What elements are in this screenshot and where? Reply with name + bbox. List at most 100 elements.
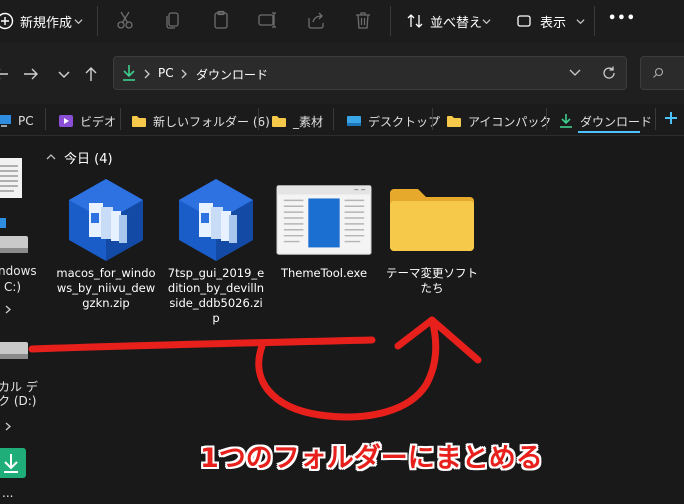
folder-icon [390, 189, 474, 251]
search-icon [653, 67, 664, 78]
quick-access-label: デスクトップ [368, 114, 441, 129]
quick-access-new-folder[interactable]: 新しいフォルダー (6) [131, 110, 270, 132]
folder-icon [132, 116, 146, 127]
quick-access-materials[interactable]: _素材 [271, 110, 323, 132]
view-button[interactable]: 表示 [512, 6, 585, 36]
copy-button[interactable] [162, 9, 184, 31]
nav-item-drive-c[interactable]: ndows C:) [0, 212, 44, 298]
quick-access-separator [120, 108, 121, 130]
file-thumbnail [58, 179, 154, 261]
file-thumbnail [276, 180, 372, 260]
active-tab-underline [578, 131, 640, 133]
quick-access-downloads[interactable]: ダウンロード [558, 110, 652, 132]
windows-drive-icon [0, 218, 28, 253]
winrar-zip-icon [69, 179, 143, 261]
nav-bottom-label: ... [2, 486, 14, 500]
group-header-today[interactable]: 今日 (4) [46, 148, 113, 167]
more-options-button[interactable]: ••• [606, 8, 636, 34]
quick-access-label: ビデオ [80, 114, 117, 129]
quick-access-separator [546, 108, 547, 130]
copy-icon [166, 12, 179, 29]
add-pin-icon[interactable] [664, 111, 678, 125]
drive-icon [0, 342, 28, 359]
folder-icon [272, 116, 286, 127]
quick-access-label: PC [18, 114, 34, 128]
rename-icon [258, 12, 276, 28]
breadcrumb-chevron-icon [181, 69, 187, 79]
file-name: 7tsp_gui_2019_edition_by_devillnside_ddb… [167, 266, 265, 325]
refresh-icon[interactable] [601, 65, 617, 81]
forward-arrow-icon[interactable] [22, 65, 40, 83]
annotation-text: 1つのフォルダーにまとめる [200, 443, 543, 474]
desktop-icon [347, 116, 361, 126]
file-thumbnail [168, 179, 264, 261]
file-thumbnail [384, 180, 480, 260]
quick-access-desktop[interactable]: デスクトップ [346, 110, 440, 132]
trash-icon [356, 12, 370, 29]
chevron-up-icon [46, 154, 56, 160]
chevron-down-icon [576, 19, 585, 25]
breadcrumb-downloads[interactable]: ダウンロード [196, 66, 268, 83]
download-drive-icon[interactable] [0, 446, 30, 482]
nav-item-drive-d[interactable]: カル デ ク (D:) [0, 336, 44, 408]
address-bar[interactable] [113, 56, 627, 90]
up-arrow-icon[interactable] [82, 65, 100, 83]
download-icon [123, 65, 135, 81]
address-history-chevron-icon[interactable] [569, 68, 581, 78]
paste-button[interactable] [210, 9, 232, 31]
quick-access-video[interactable]: ビデオ [58, 110, 116, 132]
file-item[interactable]: 7tsp_gui_2019_edition_by_devillnside_ddb… [164, 179, 268, 326]
file-name: テーマ変更ソフトたち [386, 266, 478, 295]
file-item[interactable]: ThemeTool.exe [272, 180, 376, 281]
quick-access-label: _素材 [293, 114, 324, 129]
new-button[interactable]: 新規作成 [0, 6, 88, 36]
quick-access-separator [258, 108, 259, 130]
folder-item[interactable]: テーマ変更ソフトたち [380, 180, 484, 296]
plus-circle-icon [0, 12, 14, 30]
quick-access-label: 新しいフォルダー (6) [153, 114, 270, 129]
scissors-icon [117, 11, 133, 29]
share-button[interactable] [305, 9, 327, 31]
expand-chevron-icon[interactable] [5, 422, 11, 431]
quick-access-separator [333, 108, 334, 130]
file-name: ThemeTool.exe [280, 266, 368, 280]
more-icon: ••• [608, 11, 636, 26]
folder-icon [447, 116, 461, 127]
download-icon [560, 114, 572, 128]
app-window-icon [276, 185, 372, 255]
quick-access-label: ダウンロード [580, 114, 653, 129]
sort-icon [407, 14, 423, 28]
toolbar-separator [97, 6, 98, 36]
new-button-label: 新規作成 [20, 16, 73, 31]
breadcrumb-pc[interactable]: PC [158, 66, 174, 80]
chevron-down-icon [74, 19, 83, 25]
quick-access-label: アイコンパック [468, 114, 552, 129]
quick-access-separator [45, 108, 46, 130]
nav-drive-c-label-2: C:) [4, 280, 22, 294]
video-folder-icon [59, 115, 73, 127]
back-arrow-icon[interactable] [0, 65, 10, 83]
quick-access-icon-pack[interactable]: アイコンパック [446, 110, 551, 132]
document-icon [0, 158, 22, 198]
quick-access-pc[interactable]: PC [0, 110, 34, 132]
pc-icon [0, 115, 11, 127]
share-icon [308, 12, 324, 29]
command-bar: 新規作成 並べ替え 表示 ••• [0, 0, 684, 42]
recent-locations-chevron-icon[interactable] [55, 66, 73, 84]
view-button-label: 表示 [540, 16, 567, 31]
expand-chevron-icon[interactable] [5, 305, 11, 314]
chevron-down-icon [482, 19, 491, 25]
breadcrumb-chevron-icon [144, 69, 150, 79]
view-icon [517, 15, 531, 27]
sort-button[interactable]: 並べ替え [402, 6, 492, 36]
file-name: macos_for_windows_by_niivu_dewgzkn.zip [56, 266, 156, 310]
file-item[interactable]: macos_for_windows_by_niivu_dewgzkn.zip [54, 179, 158, 311]
cut-button[interactable] [114, 9, 136, 31]
toolbar-separator [390, 6, 391, 36]
quick-access-separator [432, 108, 433, 130]
rename-button[interactable] [256, 9, 278, 31]
delete-button[interactable] [352, 9, 374, 31]
group-header-label: 今日 (4) [64, 151, 113, 167]
sort-button-label: 並べ替え [430, 16, 483, 31]
winrar-zip-icon [179, 179, 253, 261]
